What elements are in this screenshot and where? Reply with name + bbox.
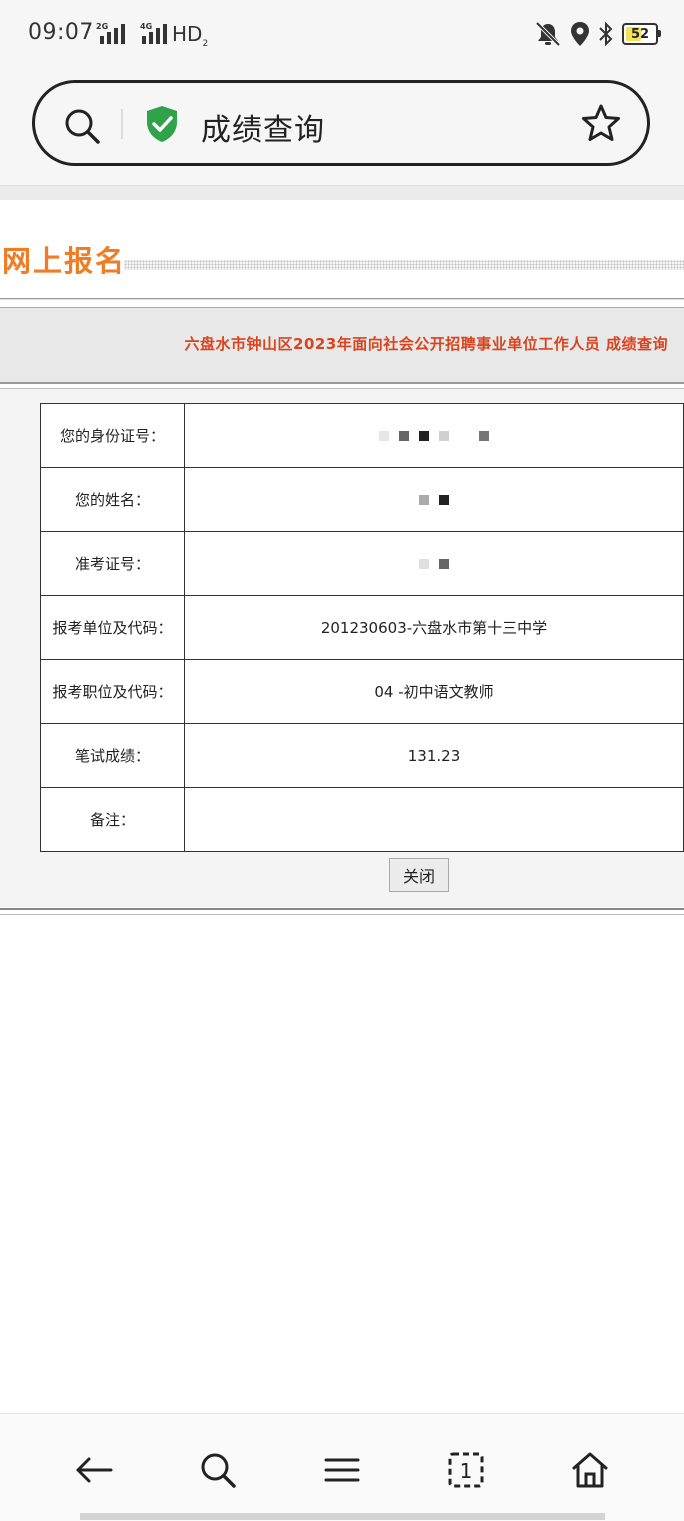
exam-number-value xyxy=(184,531,684,596)
network-label-2: 4G xyxy=(140,22,153,31)
page-heading: 网上报名 xyxy=(0,238,684,282)
search-icon[interactable] xyxy=(63,107,101,145)
banner-title: 六盘水市钟山区2023年面向社会公开招聘事业单位工作人员 成绩查询 xyxy=(184,335,668,353)
heading-dotted-line xyxy=(124,260,684,270)
browser-toolbar: 成绩查询 xyxy=(0,70,684,185)
tabs-button[interactable]: 1 xyxy=(444,1448,488,1492)
home-icon xyxy=(572,1452,608,1488)
result-table: 您的身份证号： 您的姓名： 准考证号： 报考单位及代码： 201230603-六… xyxy=(40,403,684,852)
position-label: 报考职位及代码： xyxy=(40,659,185,724)
divider xyxy=(0,914,684,915)
id-number-label: 您的身份证号： xyxy=(40,403,185,468)
table-row: 备注： xyxy=(40,787,684,852)
address-bar[interactable]: 成绩查询 xyxy=(32,80,650,166)
table-row: 您的身份证号： xyxy=(40,403,684,468)
redacted-mark xyxy=(419,494,449,505)
tabs-count: 1 xyxy=(460,1459,473,1483)
score-value: 131.23 xyxy=(184,723,684,788)
unit-value: 201230603-六盘水市第十三中学 xyxy=(184,595,684,660)
toolbar-divider xyxy=(0,185,684,200)
table-row: 笔试成绩： 131.23 xyxy=(40,723,684,788)
name-label: 您的姓名： xyxy=(40,467,185,532)
shield-check-icon xyxy=(147,106,177,142)
table-row: 报考职位及代码： 04 -初中语文教师 xyxy=(40,659,684,724)
battery-level: 52 xyxy=(630,26,650,42)
remarks-label: 备注： xyxy=(40,787,185,852)
network-label-1: 2G xyxy=(96,22,109,31)
position-value: 04 -初中语文教师 xyxy=(184,659,684,724)
status-bar: 09:07 2G 4G HD2 52 xyxy=(0,0,684,70)
bluetooth-icon xyxy=(599,21,613,47)
gesture-bar xyxy=(80,1513,605,1520)
status-right: 52 xyxy=(534,20,661,48)
name-value xyxy=(184,467,684,532)
remarks-value xyxy=(184,787,684,852)
status-time: 09:07 xyxy=(28,20,94,45)
close-button[interactable]: 关闭 xyxy=(389,858,449,892)
result-panel: 您的身份证号： 您的姓名： 准考证号： 报考单位及代码： 201230603-六… xyxy=(0,388,684,907)
battery-icon: 52 xyxy=(622,23,661,45)
unit-label: 报考单位及代码： xyxy=(40,595,185,660)
score-label: 笔试成绩： xyxy=(40,723,185,788)
banner: 六盘水市钟山区2023年面向社会公开招聘事业单位工作人员 成绩查询 xyxy=(0,307,684,384)
heading-title: 网上报名 xyxy=(2,244,127,278)
page-title[interactable]: 成绩查询 xyxy=(201,105,325,149)
back-arrow-icon xyxy=(76,1457,113,1483)
star-icon[interactable] xyxy=(581,103,621,143)
tabs-icon: 1 xyxy=(448,1452,484,1488)
location-icon xyxy=(571,22,589,46)
redacted-mark xyxy=(419,558,449,569)
id-number-value xyxy=(184,403,684,468)
search-icon xyxy=(201,1453,236,1488)
address-separator xyxy=(121,109,123,139)
redacted-mark xyxy=(379,430,489,441)
divider xyxy=(0,908,684,910)
back-button[interactable] xyxy=(72,1448,116,1492)
mute-icon xyxy=(535,21,561,47)
search-button[interactable] xyxy=(196,1448,240,1492)
home-button[interactable] xyxy=(568,1448,612,1492)
table-row: 您的姓名： xyxy=(40,467,684,532)
divider xyxy=(0,298,684,300)
exam-number-label: 准考证号： xyxy=(40,531,185,596)
hd-indicator: HD2 xyxy=(172,22,209,49)
bottom-nav: 1 xyxy=(0,1413,684,1521)
menu-button[interactable] xyxy=(320,1448,364,1492)
table-row: 报考单位及代码： 201230603-六盘水市第十三中学 xyxy=(40,595,684,660)
table-row: 准考证号： xyxy=(40,531,684,596)
menu-icon xyxy=(324,1458,360,1482)
